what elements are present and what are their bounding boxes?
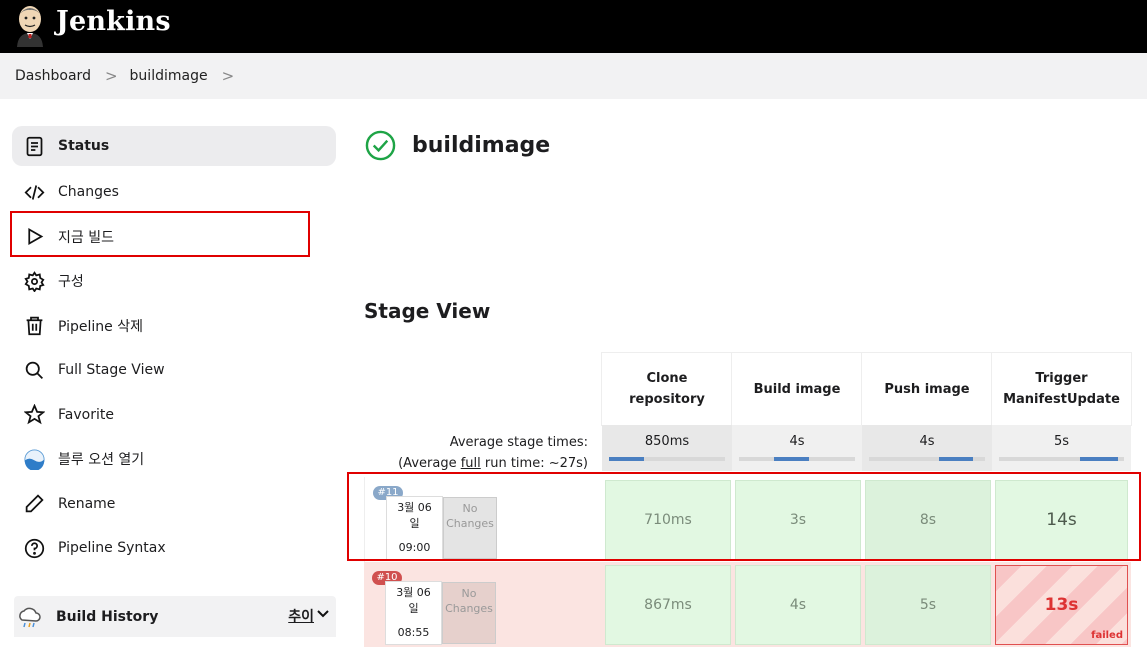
average-stage-times-label: Average stage times: (Average full run t…	[398, 432, 588, 474]
stage-cell-trigger[interactable]: 14s	[995, 480, 1128, 560]
build-history-title: Build History	[56, 608, 159, 625]
weather-cloud-icon	[16, 604, 42, 630]
stage-cell-clone[interactable]: 710ms	[605, 480, 731, 560]
sidebar-item-label: Changes	[58, 184, 119, 201]
avg-progress-bar	[869, 457, 985, 461]
stage-cell-trigger-failed[interactable]: 13s failed	[995, 565, 1128, 645]
avg-fill	[773, 457, 809, 461]
job-name: buildimage	[412, 133, 551, 158]
job-title: buildimage	[365, 130, 550, 161]
run-changes: No Changes	[443, 497, 497, 559]
stage-cell-build[interactable]: 3s	[735, 480, 861, 560]
chevron-down-icon[interactable]	[316, 607, 330, 621]
avg-fill	[609, 457, 644, 461]
sidebar-item-changes[interactable]: Changes	[12, 170, 336, 215]
sidebar-item-label: Status	[58, 138, 110, 154]
stage-cell-push[interactable]: 8s	[865, 480, 991, 560]
stage-header-clone: Clone repository	[602, 353, 732, 425]
blue-ocean-icon	[23, 448, 45, 470]
average-run-time: (Average full run time: ~27s)	[398, 456, 588, 471]
failed-label: failed	[1091, 630, 1123, 641]
full-run-link[interactable]: full	[461, 456, 481, 471]
breadcrumb-chevron-icon: >	[104, 67, 118, 85]
stage-cell-clone[interactable]: 867ms	[605, 565, 731, 645]
run-row-10[interactable]: #10 3월 06 일 08:55 No Changes 867ms 4s 5s…	[364, 562, 1131, 647]
trash-icon	[23, 315, 45, 337]
stage-view-title: Stage View	[364, 299, 491, 323]
play-icon	[23, 226, 45, 248]
stage-cell-build[interactable]: 4s	[735, 565, 861, 645]
average-label: Average stage times:	[449, 435, 588, 450]
sidebar-item-label: Pipeline Syntax	[58, 540, 166, 557]
sidebar-item-delete-pipeline[interactable]: Pipeline 삭제	[12, 304, 336, 349]
sidebar: Status Changes 지금 빌드 구성 Pipeline 삭제 Full…	[12, 126, 336, 571]
gear-icon	[23, 270, 45, 292]
help-icon	[23, 537, 45, 559]
build-history-header[interactable]: Build History 추이	[14, 596, 336, 637]
sidebar-item-pipeline-syntax[interactable]: Pipeline Syntax	[12, 526, 336, 571]
failed-duration: 13s	[1044, 595, 1079, 615]
pencil-icon	[23, 493, 45, 515]
sidebar-item-full-stage-view[interactable]: Full Stage View	[12, 348, 336, 393]
stage-header-build: Build image	[732, 353, 862, 425]
avg-time-push: 4s	[862, 425, 992, 471]
star-icon	[23, 404, 45, 426]
sidebar-item-build-now[interactable]: 지금 빌드	[12, 215, 336, 260]
brand-name[interactable]: Jenkins	[56, 6, 171, 37]
breadcrumb-job[interactable]: buildimage	[130, 68, 208, 84]
avg-progress-bar	[999, 457, 1124, 461]
avg-time-build: 4s	[732, 425, 862, 471]
run-date: 3월 06 일 09:00	[387, 497, 442, 559]
sidebar-item-rename[interactable]: Rename	[12, 482, 336, 527]
stage-header-trigger: Trigger ManifestUpdate	[992, 353, 1131, 425]
sidebar-item-blue-ocean[interactable]: 블루 오션 열기	[12, 437, 336, 482]
avg-fill	[938, 457, 974, 461]
sidebar-item-label: Favorite	[58, 406, 114, 423]
avg-time-clone: 850ms	[602, 425, 732, 471]
run-info: #10 3월 06 일 08:55 No Changes	[364, 562, 602, 647]
sidebar-item-status[interactable]: Status	[12, 126, 336, 166]
top-bar: Jenkins	[0, 0, 1147, 53]
stage-header-push: Push image	[862, 353, 992, 425]
success-check-icon	[365, 130, 396, 161]
jenkins-logo-icon[interactable]	[14, 3, 46, 47]
sidebar-item-label: 블루 오션 열기	[58, 452, 145, 469]
sidebar-item-label: 구성	[58, 274, 84, 291]
avg-fill	[1080, 457, 1118, 461]
sidebar-item-label: Full Stage View	[58, 362, 165, 379]
sidebar-item-label: 지금 빌드	[58, 229, 114, 246]
sidebar-item-favorite[interactable]: Favorite	[12, 393, 336, 438]
run-changes: No Changes	[442, 582, 496, 644]
trend-link[interactable]: 추이	[288, 606, 314, 626]
sidebar-item-label: Rename	[58, 495, 116, 512]
stage-cell-push[interactable]: 5s	[865, 565, 991, 645]
search-icon	[23, 359, 45, 381]
run-date: 3월 06 일 08:55	[386, 582, 441, 644]
breadcrumb-dashboard[interactable]: Dashboard	[15, 68, 91, 84]
sidebar-item-label: Pipeline 삭제	[58, 318, 144, 335]
breadcrumb: Dashboard > buildimage >	[0, 53, 1147, 99]
avg-progress-bar	[609, 457, 725, 461]
avg-time-trigger: 5s	[992, 425, 1131, 471]
sidebar-item-configure[interactable]: 구성	[12, 259, 336, 304]
run-info: #11 3월 06 일 09:00 No Changes	[364, 477, 602, 562]
avg-progress-bar	[739, 457, 855, 461]
document-icon	[23, 135, 45, 157]
breadcrumb-chevron-icon[interactable]: >	[222, 67, 235, 85]
code-icon	[23, 181, 45, 203]
run-row-11[interactable]: #11 3월 06 일 09:00 No Changes 710ms 3s 8s…	[364, 477, 1131, 562]
